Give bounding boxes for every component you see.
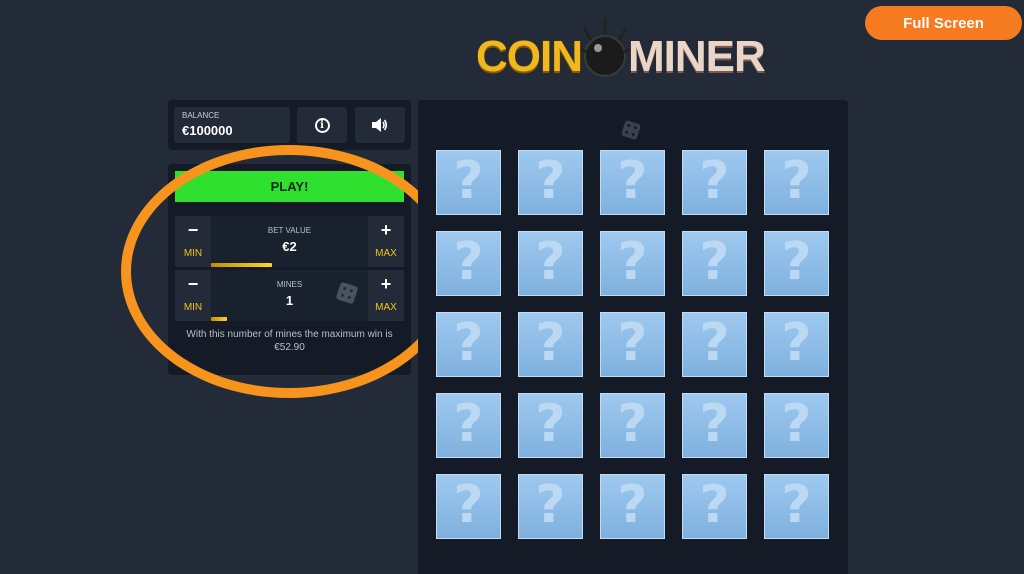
logo-miner-text: MINER — [628, 32, 766, 81]
plus-icon: + — [380, 220, 392, 240]
mine-tile[interactable]: ? — [436, 474, 501, 539]
balance-display: BALANCE €100000 — [174, 107, 290, 143]
mines-display: MINES 1 — [211, 270, 368, 321]
question-mark-icon: ? — [781, 151, 812, 211]
game-board: ????????????????????????? — [418, 100, 848, 574]
mine-tile[interactable]: ? — [600, 150, 665, 215]
question-mark-icon: ? — [617, 232, 648, 292]
question-mark-icon: ? — [781, 475, 812, 535]
question-mark-icon: ? — [453, 475, 484, 535]
top-controls: BALANCE €100000 i — [168, 100, 411, 150]
max-win-info: With this number of mines the maximum wi… — [186, 329, 393, 353]
mines-increase-button[interactable]: + MAX — [368, 270, 404, 321]
bet-level-bar — [211, 263, 273, 267]
question-mark-icon: ? — [781, 232, 812, 292]
question-mark-icon: ? — [535, 475, 566, 535]
mine-tile[interactable]: ? — [764, 231, 829, 296]
mine-tile[interactable]: ? — [764, 393, 829, 458]
tile-grid: ????????????????????????? — [436, 150, 829, 539]
mine-tile[interactable]: ? — [682, 231, 747, 296]
plus-icon: + — [380, 274, 392, 294]
bet-value-label: BET VALUE — [267, 226, 312, 235]
board-dice-icon[interactable] — [620, 119, 642, 141]
bet-panel: PLAY! − MIN BET VALUE €2 + MAX − MIN MIN… — [168, 164, 411, 375]
question-mark-icon: ? — [535, 232, 566, 292]
bet-value: €2 — [282, 239, 297, 254]
question-mark-icon: ? — [699, 313, 730, 373]
mine-tile[interactable]: ? — [682, 312, 747, 377]
mine-tile[interactable]: ? — [600, 393, 665, 458]
question-mark-icon: ? — [781, 313, 812, 373]
mine-tile[interactable]: ? — [682, 474, 747, 539]
question-mark-icon: ? — [617, 475, 648, 535]
mines-max-button[interactable]: MAX — [368, 302, 404, 313]
balance-value: €100000 — [182, 123, 233, 138]
bet-decrease-button[interactable]: − MIN — [175, 216, 211, 267]
question-mark-icon: ? — [617, 394, 648, 454]
question-mark-icon: ? — [453, 232, 484, 292]
game-logo: COIN MINER — [470, 12, 800, 87]
bet-max-button[interactable]: MAX — [368, 248, 404, 259]
mine-tile[interactable]: ? — [518, 474, 583, 539]
mine-tile[interactable]: ? — [436, 312, 501, 377]
mine-tile[interactable]: ? — [436, 150, 501, 215]
mines-stepper: − MIN MINES 1 + MAX — [175, 270, 404, 321]
question-mark-icon: ? — [699, 151, 730, 211]
mine-tile[interactable]: ? — [682, 150, 747, 215]
question-mark-icon: ? — [781, 394, 812, 454]
mine-tile[interactable]: ? — [600, 474, 665, 539]
bet-value-stepper: − MIN BET VALUE €2 + MAX — [175, 216, 404, 267]
bet-value-display: BET VALUE €2 — [211, 216, 368, 267]
question-mark-icon: ? — [699, 475, 730, 535]
mines-level-bar — [211, 317, 227, 321]
mine-tile[interactable]: ? — [764, 312, 829, 377]
mine-tile[interactable]: ? — [600, 231, 665, 296]
bet-min-button[interactable]: MIN — [175, 248, 211, 259]
mines-decrease-button[interactable]: − MIN — [175, 270, 211, 321]
question-mark-icon: ? — [699, 394, 730, 454]
mine-tile[interactable]: ? — [518, 231, 583, 296]
mine-tile[interactable]: ? — [518, 312, 583, 377]
mine-tile[interactable]: ? — [436, 393, 501, 458]
balance-label: BALANCE — [182, 111, 220, 120]
question-mark-icon: ? — [453, 394, 484, 454]
mine-tile[interactable]: ? — [682, 393, 747, 458]
sound-button[interactable] — [355, 107, 405, 143]
mine-tile[interactable]: ? — [600, 312, 665, 377]
mine-tile[interactable]: ? — [518, 150, 583, 215]
bet-increase-button[interactable]: + MAX — [368, 216, 404, 267]
speaker-icon — [372, 118, 388, 132]
mine-tile[interactable]: ? — [764, 474, 829, 539]
fullscreen-button[interactable]: Full Screen — [865, 6, 1022, 40]
mine-tile[interactable]: ? — [518, 393, 583, 458]
question-mark-icon: ? — [699, 232, 730, 292]
info-button[interactable]: i — [297, 107, 347, 143]
question-mark-icon: ? — [617, 313, 648, 373]
question-mark-icon: ? — [617, 151, 648, 211]
minus-icon: − — [187, 274, 199, 294]
logo-coin-text: COIN — [476, 32, 583, 81]
mines-min-button[interactable]: MIN — [175, 302, 211, 313]
mine-tile[interactable]: ? — [436, 231, 501, 296]
mine-tile[interactable]: ? — [764, 150, 829, 215]
question-mark-icon: ? — [535, 151, 566, 211]
question-mark-icon: ? — [453, 313, 484, 373]
question-mark-icon: ? — [535, 313, 566, 373]
question-mark-icon: ? — [535, 394, 566, 454]
question-mark-icon: ? — [453, 151, 484, 211]
minus-icon: − — [187, 220, 199, 240]
info-icon: i — [314, 117, 330, 133]
play-button[interactable]: PLAY! — [175, 171, 404, 202]
